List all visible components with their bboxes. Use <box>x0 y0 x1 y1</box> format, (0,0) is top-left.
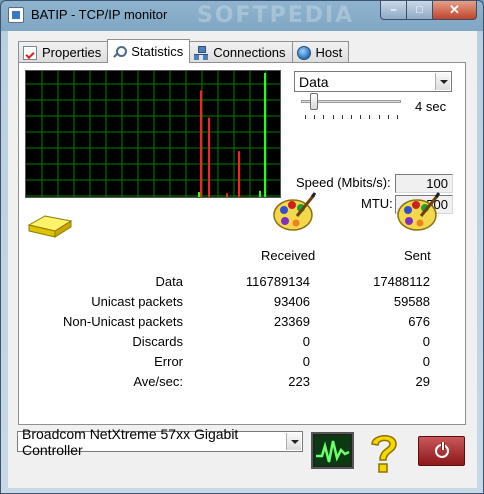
stat-label: Unicast packets <box>91 294 183 309</box>
tab-statistics[interactable]: Statistics <box>107 39 191 63</box>
slider-tick <box>314 115 316 119</box>
tab-label: Properties <box>42 45 102 60</box>
statistics-panel: Data 4 sec Speed (Mbits/s): 100 MTU: 150… <box>18 62 466 425</box>
stat-sent-value: 0 <box>422 334 430 349</box>
stat-label: Non-Unicast packets <box>63 314 183 329</box>
tab-properties[interactable]: Properties <box>18 41 109 63</box>
slider-tick <box>341 115 343 119</box>
interval-value: 4 sec <box>415 99 447 114</box>
window-title: BATIP - TCP/IP monitor <box>31 7 168 22</box>
tab-label: Statistics <box>131 44 184 59</box>
mtu-label: MTU: <box>361 196 393 211</box>
slider-tick <box>360 115 362 119</box>
tab-label: Connections <box>213 45 286 60</box>
stat-received-value: 116789134 <box>245 274 310 289</box>
stat-sent-value: 59588 <box>393 294 430 309</box>
stat-received-value: 93406 <box>273 294 310 309</box>
maximize-button[interactable]: □ <box>407 1 433 20</box>
watermark: SOFTPEDIA <box>197 3 355 28</box>
slider-tick <box>332 115 334 119</box>
received-header: Received <box>261 248 316 263</box>
minimize-button[interactable]: – <box>380 1 407 20</box>
stat-label: Error <box>154 354 183 369</box>
stat-label: Ave/sec: <box>133 374 183 389</box>
chevron-down-icon[interactable] <box>286 433 301 450</box>
slider-tick <box>378 115 380 119</box>
help-icon[interactable] <box>364 430 404 476</box>
title-bar[interactable]: BATIP - TCP/IP monitor SOFTPEDIA – □ ✕ <box>1 1 483 31</box>
app-icon[interactable] <box>8 7 24 23</box>
power-icon <box>434 442 449 458</box>
tab-bar: Properties Statistics Connections Host <box>18 39 350 63</box>
globe-icon <box>296 45 311 60</box>
interval-slider[interactable] <box>301 91 401 121</box>
magnifier-icon <box>112 45 128 59</box>
stat-sent-value: 676 <box>408 314 430 329</box>
adapter-select[interactable]: Broadcom NetXtreme 57xx Gigabit Controll… <box>17 426 303 458</box>
slider-thumb[interactable] <box>310 93 319 110</box>
view-select[interactable]: Data <box>294 71 452 92</box>
stat-received-value: 0 <box>302 334 310 349</box>
monitor-graph-icon[interactable] <box>311 432 354 469</box>
tab-label: Host <box>315 45 343 60</box>
tab-connections[interactable]: Connections <box>189 41 293 63</box>
traffic-graph <box>25 70 281 198</box>
stat-received-value: 0 <box>302 354 310 369</box>
client-area: Properties Statistics Connections Host D… <box>8 31 477 488</box>
network-adapter-icon <box>27 215 73 238</box>
close-button[interactable]: ✕ <box>433 1 477 20</box>
stat-label: Data <box>155 274 183 289</box>
chevron-down-icon[interactable] <box>435 73 450 90</box>
stat-sent-value: 17488112 <box>373 274 430 289</box>
stat-received-value: 23369 <box>273 314 310 329</box>
adapter-select-value: Broadcom NetXtreme 57xx Gigabit Controll… <box>22 425 239 458</box>
checklist-icon <box>23 45 37 60</box>
network-icon <box>194 45 209 60</box>
slider-tick <box>397 115 398 119</box>
stat-label: Discards <box>132 334 183 349</box>
slider-tick <box>305 115 306 119</box>
slider-tick <box>351 115 352 119</box>
tab-host[interactable]: Host <box>291 41 350 63</box>
stat-sent-value: 29 <box>415 374 430 389</box>
slider-tick <box>323 115 325 119</box>
slider-tick <box>369 115 371 119</box>
stat-sent-value: 0 <box>422 354 430 369</box>
exit-button[interactable] <box>418 436 465 466</box>
speed-label: Speed (Mbits/s): <box>296 175 391 190</box>
palette-sent-icon <box>397 192 441 231</box>
main-window: BATIP - TCP/IP monitor SOFTPEDIA – □ ✕ P… <box>0 0 484 494</box>
stat-received-value: 223 <box>288 374 310 389</box>
view-select-value: Data <box>299 73 329 90</box>
window-controls: – □ ✕ <box>380 1 477 20</box>
slider-tick <box>387 115 389 119</box>
palette-received-icon <box>273 192 317 231</box>
traffic-graph-canvas <box>26 71 280 197</box>
sent-header: Sent <box>404 248 431 263</box>
